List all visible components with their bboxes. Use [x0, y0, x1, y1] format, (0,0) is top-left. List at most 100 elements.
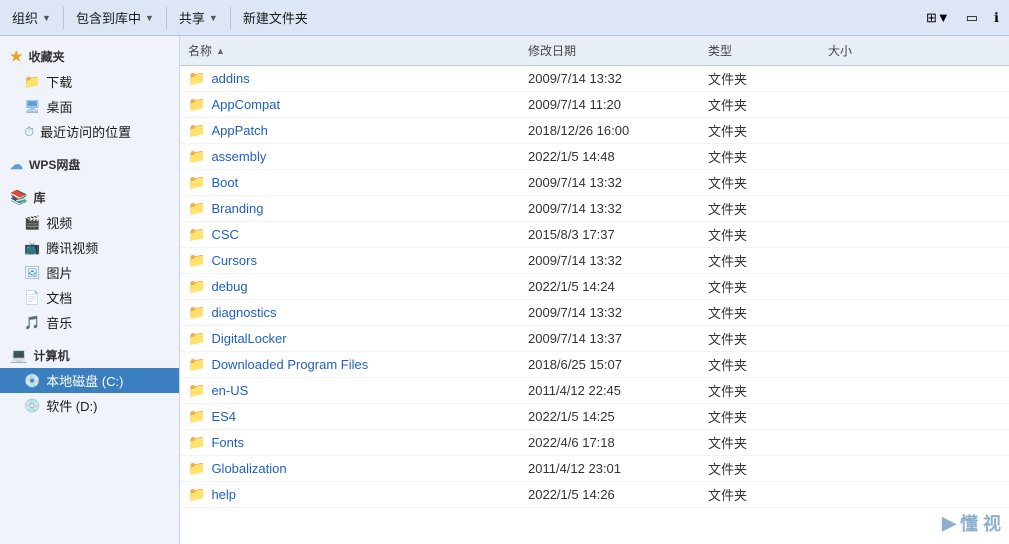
table-row[interactable]: 📁 diagnostics 2009/7/14 13:32 文件夹: [180, 300, 1009, 326]
share-label: 共享: [179, 8, 205, 27]
table-row[interactable]: 📁 DigitalLocker 2009/7/14 13:37 文件夹: [180, 326, 1009, 352]
file-name-cell: 📁 Downloaded Program Files: [180, 356, 520, 373]
sidebar-favorites-label: 收藏夹: [29, 48, 65, 65]
file-type-cell: 文件夹: [700, 485, 820, 504]
file-name-cell: 📁 Globalization: [180, 460, 520, 477]
file-name-cell: 📁 diagnostics: [180, 304, 520, 321]
file-type-cell: 文件夹: [700, 95, 820, 114]
folder-icon: 📁: [188, 96, 205, 113]
table-row[interactable]: 📁 Cursors 2009/7/14 13:32 文件夹: [180, 248, 1009, 274]
new-folder-button[interactable]: 新建文件夹: [235, 4, 316, 31]
file-name: CSC: [211, 227, 238, 242]
table-row[interactable]: 📁 Boot 2009/7/14 13:32 文件夹: [180, 170, 1009, 196]
file-type-cell: 文件夹: [700, 433, 820, 452]
recent-icon: ⏱: [24, 124, 34, 140]
file-name: Globalization: [211, 461, 286, 476]
sidebar-item-local-disk[interactable]: 💿 本地磁盘 (C:): [0, 368, 179, 393]
col-header-name[interactable]: 名称 ▲: [180, 40, 520, 61]
file-list[interactable]: 📁 addins 2009/7/14 13:32 文件夹 📁 AppCompat…: [180, 66, 1009, 544]
table-row[interactable]: 📁 addins 2009/7/14 13:32 文件夹: [180, 66, 1009, 92]
file-name-cell: 📁 ES4: [180, 408, 520, 425]
file-date-cell: 2009/7/14 13:32: [520, 201, 700, 216]
file-name: debug: [211, 279, 247, 294]
table-row[interactable]: 📁 AppPatch 2018/12/26 16:00 文件夹: [180, 118, 1009, 144]
sidebar-computer-section: 💻 计算机 💿 本地磁盘 (C:) 💿 软件 (D:): [0, 343, 179, 418]
view-grid-button[interactable]: ⊞ ▼: [920, 6, 956, 30]
col-header-type[interactable]: 类型: [700, 40, 820, 61]
view-info-icon: ℹ: [994, 10, 999, 26]
include-button[interactable]: 包含到库中 ▼: [68, 4, 162, 31]
sidebar-library-header[interactable]: 📚 库: [0, 185, 179, 210]
table-row[interactable]: 📁 help 2022/1/5 14:26 文件夹: [180, 482, 1009, 508]
table-row[interactable]: 📁 ES4 2022/1/5 14:25 文件夹: [180, 404, 1009, 430]
file-name: en-US: [211, 383, 248, 398]
sidebar-item-tencent[interactable]: 📺 腾讯视频: [0, 235, 179, 260]
table-row[interactable]: 📁 AppCompat 2009/7/14 11:20 文件夹: [180, 92, 1009, 118]
table-row[interactable]: 📁 assembly 2022/1/5 14:48 文件夹: [180, 144, 1009, 170]
folder-icon: 📁: [188, 460, 205, 477]
file-date-cell: 2009/7/14 11:20: [520, 97, 700, 112]
table-row[interactable]: 📁 en-US 2011/4/12 22:45 文件夹: [180, 378, 1009, 404]
file-type-cell: 文件夹: [700, 459, 820, 478]
file-name-cell: 📁 CSC: [180, 226, 520, 243]
sidebar-favorites-section: ★ 收藏夹 📁 下载 🖥 桌面 ⏱ 最近访问的位置: [0, 44, 179, 144]
table-row[interactable]: 📁 CSC 2015/8/3 17:37 文件夹: [180, 222, 1009, 248]
sidebar-item-recent[interactable]: ⏱ 最近访问的位置: [0, 119, 179, 144]
folder-icon: 📁: [188, 356, 205, 373]
sidebar-item-pictures[interactable]: 🖼 图片: [0, 260, 179, 285]
sidebar-item-download[interactable]: 📁 下载: [0, 69, 179, 94]
organize-button[interactable]: 组织 ▼: [4, 4, 59, 31]
col-header-date[interactable]: 修改日期: [520, 40, 700, 61]
sidebar-item-software-disk[interactable]: 💿 软件 (D:): [0, 393, 179, 418]
file-type-cell: 文件夹: [700, 69, 820, 88]
folder-icon: 📁: [188, 304, 205, 321]
view-info-button[interactable]: ℹ: [988, 6, 1005, 30]
file-date-cell: 2022/1/5 14:24: [520, 279, 700, 294]
folder-icon: 📁: [188, 200, 205, 217]
table-row[interactable]: 📁 Branding 2009/7/14 13:32 文件夹: [180, 196, 1009, 222]
sidebar-favorites-header[interactable]: ★ 收藏夹: [0, 44, 179, 69]
sidebar-item-desktop[interactable]: 🖥 桌面: [0, 94, 179, 119]
file-date-cell: 2022/4/6 17:18: [520, 435, 700, 450]
folder-icon: 📁: [188, 226, 205, 243]
file-date-cell: 2015/8/3 17:37: [520, 227, 700, 242]
file-name-cell: 📁 AppCompat: [180, 96, 520, 113]
docs-icon: 📄: [24, 290, 40, 306]
include-label: 包含到库中: [76, 8, 141, 27]
file-name-cell: 📁 en-US: [180, 382, 520, 399]
table-row[interactable]: 📁 Globalization 2011/4/12 23:01 文件夹: [180, 456, 1009, 482]
view-pane-icon: ▭: [966, 10, 978, 26]
sidebar-computer-header[interactable]: 💻 计算机: [0, 343, 179, 368]
file-type-cell: 文件夹: [700, 277, 820, 296]
library-icon: 📚: [10, 189, 27, 206]
sidebar-recent-label: 最近访问的位置: [40, 122, 131, 141]
file-date-cell: 2009/7/14 13:32: [520, 253, 700, 268]
table-row[interactable]: 📁 Downloaded Program Files 2018/6/25 15:…: [180, 352, 1009, 378]
folder-icon: 📁: [188, 434, 205, 451]
file-name: ES4: [211, 409, 236, 424]
view-pane-button[interactable]: ▭: [960, 6, 984, 30]
sidebar-item-docs[interactable]: 📄 文档: [0, 285, 179, 310]
folder-icon: 📁: [188, 70, 205, 87]
file-name: Fonts: [211, 435, 244, 450]
file-name-cell: 📁 help: [180, 486, 520, 503]
sidebar-wps-header[interactable]: ☁ WPS网盘: [0, 152, 179, 177]
computer-icon: 💻: [10, 347, 27, 364]
folder-icon: 📁: [188, 382, 205, 399]
file-type-cell: 文件夹: [700, 303, 820, 322]
folder-icon: 📁: [188, 330, 205, 347]
sidebar-item-video[interactable]: 🎬 视频: [0, 210, 179, 235]
toolbar-sep-2: [166, 7, 167, 29]
col-header-size[interactable]: 大小: [820, 40, 1009, 61]
sidebar-item-music[interactable]: 🎵 音乐: [0, 310, 179, 335]
file-name-cell: 📁 debug: [180, 278, 520, 295]
file-name: help: [211, 487, 236, 502]
share-button[interactable]: 共享 ▼: [171, 4, 226, 31]
local-disk-icon: 💿: [24, 373, 40, 389]
table-row[interactable]: 📁 debug 2022/1/5 14:24 文件夹: [180, 274, 1009, 300]
toolbar-sep-3: [230, 7, 231, 29]
file-date-cell: 2011/4/12 23:01: [520, 461, 700, 476]
table-row[interactable]: 📁 Fonts 2022/4/6 17:18 文件夹: [180, 430, 1009, 456]
tencent-icon: 📺: [24, 240, 40, 256]
folder-icon: 📁: [188, 408, 205, 425]
